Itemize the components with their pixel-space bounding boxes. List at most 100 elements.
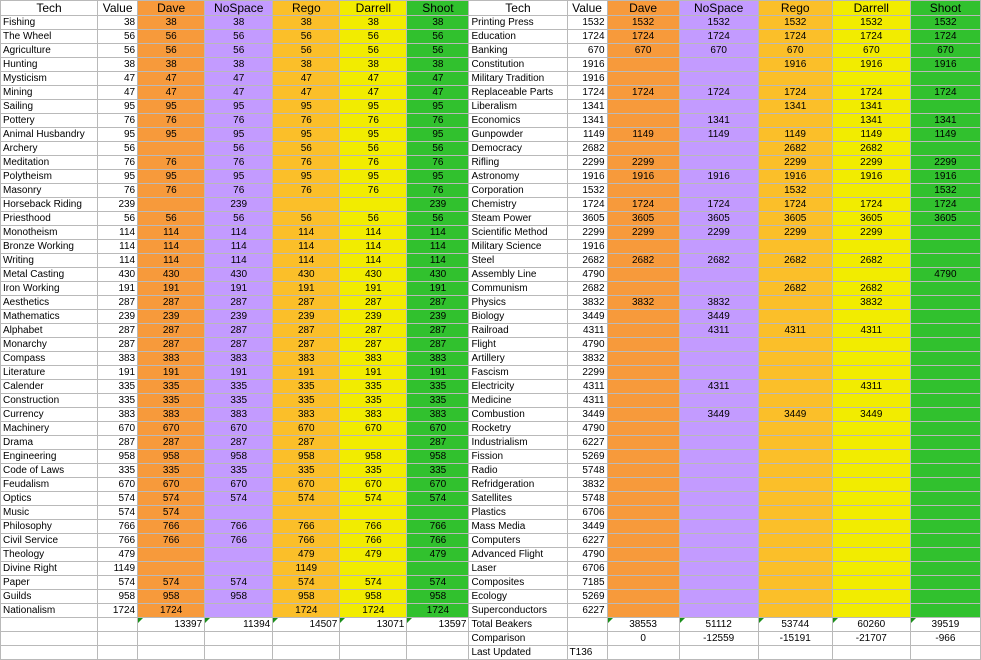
nospace-cell[interactable]: 95 xyxy=(204,99,274,114)
shoot-cell[interactable]: 76 xyxy=(406,183,470,198)
tech-name-cell[interactable]: Laser xyxy=(468,561,568,576)
darrell-cell[interactable] xyxy=(831,183,911,198)
shoot-cell[interactable]: 670 xyxy=(909,43,981,58)
nospace-cell[interactable]: 38 xyxy=(204,15,274,30)
rego-cell[interactable]: 574 xyxy=(272,575,341,590)
dave-cell[interactable]: 287 xyxy=(137,337,206,352)
dave-cell[interactable] xyxy=(606,141,680,156)
nospace-cell[interactable]: 1724 xyxy=(678,197,759,212)
value-cell[interactable]: 2682 xyxy=(566,281,608,296)
tech-name-cell[interactable]: Compass xyxy=(0,351,99,366)
shoot-cell[interactable] xyxy=(909,435,981,450)
shoot-comparison-cell[interactable]: -966 xyxy=(909,631,981,646)
value-cell[interactable]: 4311 xyxy=(566,323,608,338)
dave-cell[interactable]: 430 xyxy=(137,267,206,282)
darrell-cell[interactable] xyxy=(831,491,911,506)
tech-name-cell[interactable]: Monarchy xyxy=(0,337,99,352)
value-cell[interactable]: 76 xyxy=(97,113,139,128)
value-cell[interactable]: 958 xyxy=(97,589,139,604)
shoot-cell[interactable]: 4790 xyxy=(909,267,981,282)
rego-cell[interactable]: 76 xyxy=(272,155,341,170)
tech-name-cell[interactable]: Horseback Riding xyxy=(0,197,99,212)
nospace-cell[interactable]: 383 xyxy=(204,351,274,366)
nospace-cell[interactable]: 4311 xyxy=(678,323,759,338)
value-cell[interactable]: 1916 xyxy=(566,169,608,184)
shoot-cell[interactable] xyxy=(909,477,981,492)
shoot-cell[interactable]: 56 xyxy=(406,43,470,58)
rego-cell[interactable] xyxy=(757,295,833,310)
nospace-cell[interactable]: 47 xyxy=(204,71,274,86)
shoot-cell[interactable]: 287 xyxy=(406,323,470,338)
nospace-cell[interactable] xyxy=(678,533,759,548)
dave-cell[interactable] xyxy=(606,603,680,618)
value-cell[interactable]: 3449 xyxy=(566,519,608,534)
tech-name-cell[interactable]: Pottery xyxy=(0,113,99,128)
value-cell[interactable]: 670 xyxy=(97,421,139,436)
nospace-cell[interactable]: 47 xyxy=(204,85,274,100)
rego-cell[interactable] xyxy=(272,197,341,212)
rego-cell[interactable]: 114 xyxy=(272,239,341,254)
nospace-cell[interactable]: 383 xyxy=(204,407,274,422)
tech-name-cell[interactable]: Guilds xyxy=(0,589,99,604)
nospace-total-beakers-cell[interactable]: 51112 xyxy=(678,617,759,632)
rego-cell[interactable]: 76 xyxy=(272,183,341,198)
shoot-cell[interactable]: 430 xyxy=(406,267,470,282)
darrell-cell[interactable]: 47 xyxy=(339,85,408,100)
nospace-cell[interactable] xyxy=(204,603,274,618)
darrell-cell[interactable]: 2682 xyxy=(831,141,911,156)
nospace-cell[interactable] xyxy=(678,463,759,478)
rego-cell[interactable]: 958 xyxy=(272,449,341,464)
value-cell[interactable]: 3832 xyxy=(566,295,608,310)
shoot-cell[interactable]: 191 xyxy=(406,365,470,380)
value-cell[interactable]: 2299 xyxy=(566,225,608,240)
value-cell[interactable]: 1149 xyxy=(97,561,139,576)
darrell-cell[interactable] xyxy=(831,575,911,590)
dave-cell[interactable]: 56 xyxy=(137,29,206,44)
value-cell[interactable]: 4311 xyxy=(566,379,608,394)
nospace-cell[interactable]: 3605 xyxy=(678,211,759,226)
darrell-cell[interactable] xyxy=(831,603,911,618)
dave-cell[interactable] xyxy=(606,113,680,128)
tech-name-cell[interactable]: Liberalism xyxy=(468,99,568,114)
darrell-cell[interactable]: 574 xyxy=(339,491,408,506)
dave-cell[interactable]: 670 xyxy=(137,421,206,436)
rego-cell[interactable] xyxy=(757,351,833,366)
rego-cell[interactable]: 958 xyxy=(272,589,341,604)
nospace-cell[interactable]: 3449 xyxy=(678,407,759,422)
shoot-cell[interactable] xyxy=(909,351,981,366)
tech-name-cell[interactable]: Bronze Working xyxy=(0,239,99,254)
dave-cell[interactable]: 76 xyxy=(137,183,206,198)
dave-cell[interactable] xyxy=(606,337,680,352)
dave-cell[interactable]: 38 xyxy=(137,15,206,30)
nospace-cell[interactable]: 191 xyxy=(204,281,274,296)
dave-cell[interactable] xyxy=(606,407,680,422)
value-cell[interactable]: 287 xyxy=(97,435,139,450)
value-cell[interactable]: 95 xyxy=(97,99,139,114)
tech-name-cell[interactable]: Ecology xyxy=(468,589,568,604)
tech-name-cell[interactable]: Paper xyxy=(0,575,99,590)
darrell-cell[interactable] xyxy=(831,351,911,366)
dave-cell[interactable]: 76 xyxy=(137,155,206,170)
darrell-cell[interactable]: 95 xyxy=(339,127,408,142)
nospace-cell[interactable]: 114 xyxy=(204,253,274,268)
value-cell[interactable]: 114 xyxy=(97,225,139,240)
dave-cell[interactable]: 766 xyxy=(137,519,206,534)
nospace-cell[interactable] xyxy=(678,141,759,156)
header-dave[interactable]: Dave xyxy=(137,0,206,16)
shoot-cell[interactable]: 38 xyxy=(406,57,470,72)
value-cell[interactable]: 95 xyxy=(97,127,139,142)
rego-cell[interactable]: 1532 xyxy=(757,183,833,198)
value-cell[interactable]: 3605 xyxy=(566,211,608,226)
dave-cell[interactable] xyxy=(606,183,680,198)
dave-cell[interactable]: 239 xyxy=(137,309,206,324)
tech-name-cell[interactable]: Iron Working xyxy=(0,281,99,296)
blank-cell[interactable] xyxy=(757,645,833,660)
rego-cell[interactable]: 1149 xyxy=(757,127,833,142)
shoot-cell[interactable] xyxy=(909,141,981,156)
rego-cell[interactable]: 1149 xyxy=(272,561,341,576)
value-cell[interactable]: 574 xyxy=(97,575,139,590)
dave-cell[interactable]: 95 xyxy=(137,169,206,184)
darrell-cell[interactable] xyxy=(831,309,911,324)
nospace-cell[interactable] xyxy=(678,505,759,520)
dave-cell[interactable]: 56 xyxy=(137,211,206,226)
